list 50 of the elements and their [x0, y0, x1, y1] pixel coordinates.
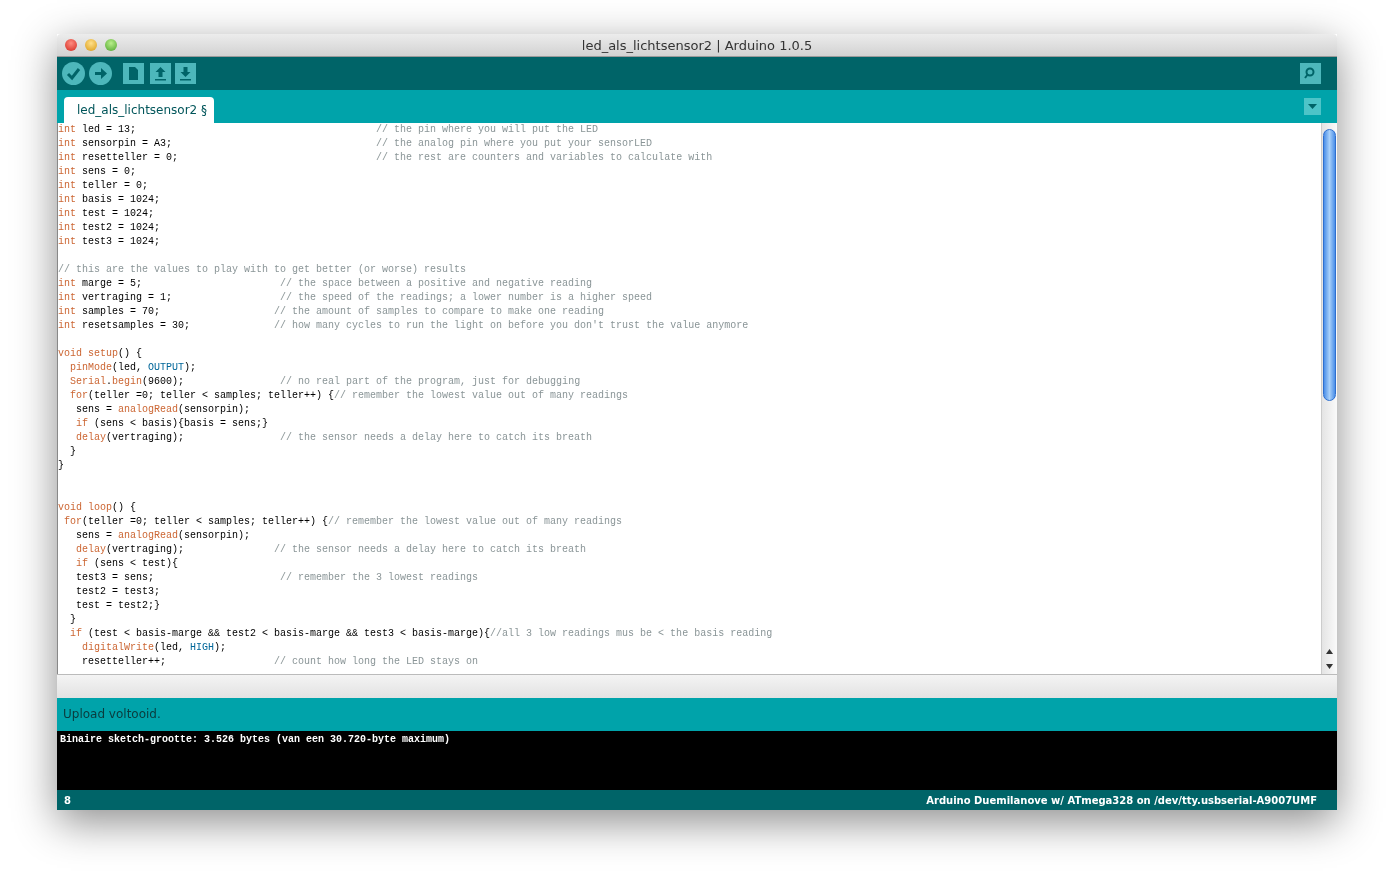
- code-line: }: [69, 446, 76, 457]
- code-line: }: [58, 460, 64, 471]
- code-line: int sensorpin = A3; // the analog pin where you put your sensorLED: [58, 138, 653, 149]
- code-line: Serial.begin(9600); // no real part of the program, just for debugging: [69, 376, 581, 387]
- code-line: delay(vertraging); // the sensor needs a delay here to catch its breath: [75, 432, 593, 443]
- code-line: int test = 1024;: [58, 208, 155, 219]
- code-line: if (test < basis-marge && test2 < basis-marge && test3 < basis-marge){//all 3 low readings mus be < the basis reading: [69, 628, 773, 639]
- code-line: int sens = 0;: [58, 166, 137, 177]
- code-line: sens = analogRead(sensorpin);: [75, 530, 251, 541]
- status-message: Upload voltooid.: [57, 698, 1337, 731]
- code-line: int vertraging = 1; // the speed of the readings; a lower number is a higher speed: [58, 292, 653, 303]
- code-line: }: [69, 614, 76, 625]
- code-line: void loop() {: [58, 502, 137, 513]
- code-line: digitalWrite(led, HIGH);: [81, 642, 227, 653]
- zoom-button[interactable]: [105, 39, 117, 51]
- line-number: 8: [64, 794, 71, 806]
- window-title: led_als_lichtsensor2 | Arduino 1.0.5: [581, 37, 813, 53]
- new-file-icon[interactable]: [123, 63, 144, 84]
- code-line: int test2 = 1024;: [58, 222, 161, 233]
- code-line: pinMode(led, OUTPUT);: [69, 362, 197, 373]
- code-line: int basis = 1024;: [58, 194, 161, 205]
- tab-menu-dropdown-icon[interactable]: [1304, 98, 1321, 115]
- code-line: int led = 13; // the pin where you will put the LED: [58, 124, 599, 135]
- code-line: int teller = 0;: [58, 180, 149, 191]
- code-line: sens = analogRead(sensorpin);: [75, 404, 251, 415]
- code-line: test2 = test3;: [75, 586, 161, 597]
- code-line: test = test2;}: [75, 600, 161, 611]
- splitter-handle[interactable]: [57, 674, 1337, 698]
- code-line: for(teller =0; teller < samples; teller++) {// remember the lowest value out of many readings: [69, 390, 629, 401]
- serial-monitor-icon[interactable]: [1300, 63, 1321, 84]
- code-line: // this are the values to play with to get better (or worse) results: [58, 264, 467, 275]
- code-line: for(teller =0; teller < samples; teller++) {// remember the lowest value out of many readings: [63, 516, 623, 527]
- vertical-scrollbar[interactable]: [1321, 123, 1337, 674]
- verify-check-icon[interactable]: [62, 62, 85, 85]
- code-line: int marge = 5; // the space between a positive and negative reading: [58, 278, 593, 289]
- code-line: if (sens < test){: [75, 558, 179, 569]
- code-line: int resetsamples = 30; // how many cycles to run the light on before you don't trust the value anymore: [58, 320, 749, 331]
- code-line: if (sens < basis){basis = sens;}: [75, 418, 269, 429]
- code-line: int test3 = 1024;: [58, 236, 161, 247]
- code-line: int resetteller = 0; // the rest are counters and variables to calculate with: [58, 152, 713, 163]
- sketch-tab[interactable]: led_als_lichtsensor2 §: [64, 97, 215, 123]
- board-port-label: Arduino Duemilanove w/ ATmega328 on /dev/tty.usbserial-A9007UMF: [926, 794, 1317, 806]
- code-line: void setup() {: [58, 348, 143, 359]
- code-line: test3 = sens; // remember the 3 lowest readings: [75, 572, 479, 583]
- code-line: delay(vertraging); // the sensor needs a delay here to catch its breath: [75, 544, 587, 555]
- console-output: Binaire sketch-grootte: 3.526 bytes (van een 30.720-byte maximum): [60, 734, 451, 745]
- close-button[interactable]: [65, 39, 77, 51]
- minimize-button[interactable]: [85, 39, 97, 51]
- code-line: resetteller++; // count how long the LED stays on: [81, 656, 479, 667]
- code-line: int samples = 70; // the amount of samples to compare to make one reading: [58, 306, 605, 317]
